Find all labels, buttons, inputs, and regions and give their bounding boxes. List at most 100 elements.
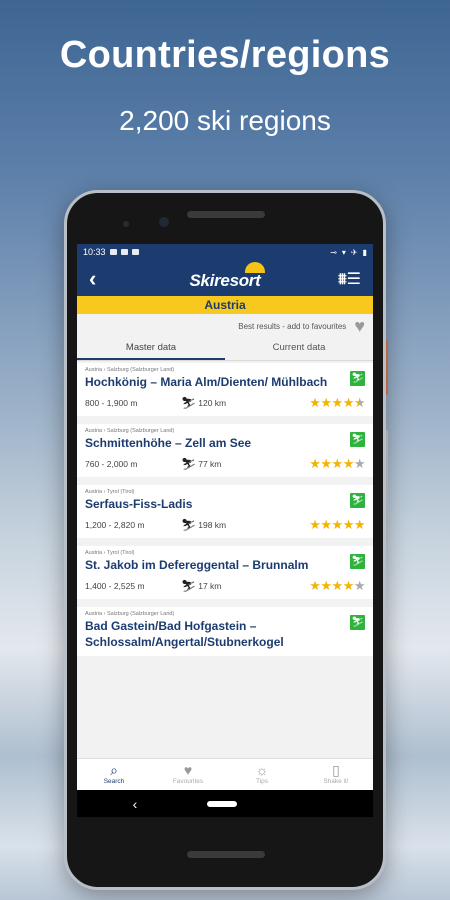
skier-badge-icon: ⛷ — [350, 615, 365, 630]
star-icon: ★ — [320, 456, 332, 471]
status-bar: 10:33 ⊸ ▾ ✈ ▮ — [77, 244, 373, 260]
skier-badge-icon: ⛷ — [350, 371, 365, 386]
resort-slope-length: 198 km — [198, 520, 227, 530]
resort-name[interactable]: Bad Gastein/Bad Hofgastein – Schlossalm/… — [85, 618, 335, 650]
skier-icon: ⛷ — [181, 518, 197, 532]
notification-icon — [109, 249, 117, 255]
star-icon: ★ — [342, 395, 355, 410]
star-icon: ★ — [342, 517, 355, 532]
rating-stars: ★★★★★ — [309, 456, 365, 472]
resort-slope-length: 120 km — [198, 398, 227, 408]
resort-location: Austria › Salzburg (Salzburger Land) — [85, 611, 175, 617]
star-icon: ★ — [353, 456, 366, 471]
resort-card[interactable]: Austria › Salzburg (Salzburger Land) Schm… — [77, 424, 373, 477]
nav-shake-it[interactable]: ▯ Shake it! — [299, 759, 373, 790]
star-icon: ★ — [331, 395, 344, 410]
notification-icon — [131, 249, 139, 255]
nav-search[interactable]: ⌕ Search — [77, 759, 151, 790]
logo-text: Skiresort — [189, 271, 261, 290]
airplane-icon: ✈ — [350, 247, 358, 257]
star-icon: ★ — [320, 395, 332, 410]
system-home-button[interactable] — [207, 800, 238, 807]
resort-card[interactable]: Austria › Tyrol (Tirol) St. Jakob im Defe… — [77, 546, 373, 599]
skier-icon: ⛷ — [181, 457, 197, 471]
resort-name[interactable]: Hochkönig – Maria Alm/Dienten/ Mühlbach — [85, 374, 335, 390]
resort-location: Austria › Salzburg (Salzburger Land) — [85, 367, 175, 373]
country-banner: Austria — [77, 296, 373, 314]
star-icon: ★ — [331, 578, 344, 593]
nav-label: Search — [103, 778, 125, 785]
favourites-hint: Best results - add to favourites — [238, 321, 347, 331]
star-icon: ★ — [309, 578, 321, 593]
promo-subheadline: 2,200 ski regions — [119, 105, 331, 136]
nav-tips[interactable]: ☼ Tips — [225, 759, 299, 790]
bottom-speaker — [187, 851, 265, 858]
tab-master-data[interactable]: Master data — [77, 338, 225, 360]
resort-card[interactable]: Austria › Salzburg (Salzburger Land) Hoch… — [77, 363, 373, 416]
resort-meta-row: 800 - 1,900 m ⛷ 120 km ★★★★★ — [85, 395, 366, 411]
star-icon: ★ — [309, 395, 321, 410]
promo-headline: Countries/regions — [59, 34, 391, 76]
star-icon: ★ — [309, 517, 321, 532]
app-screen: 10:33 ⊸ ▾ ✈ ▮ ‹ Skiresort ⩩☰ Austria Bes… — [77, 244, 373, 817]
skier-badge-icon: ⛷ — [350, 554, 365, 569]
sensor — [123, 221, 129, 227]
heart-icon: ♥ — [183, 762, 193, 778]
back-arrow-icon[interactable]: ‹ — [89, 266, 96, 292]
rating-stars: ★★★★★ — [309, 395, 365, 411]
resort-meta-row: 1,200 - 2,820 m ⛷ 198 km ★★★★★ — [85, 517, 366, 532]
system-back-icon[interactable]: ‹ — [133, 796, 138, 812]
skiresort-logo: Skiresort — [189, 262, 265, 291]
star-icon: ★ — [353, 517, 366, 532]
resort-name[interactable]: St. Jakob im Defereggental – Brunnalm — [85, 557, 335, 573]
resort-list: Austria › Salzburg (Salzburger Land) Hoch… — [77, 361, 373, 656]
star-icon: ★ — [309, 456, 321, 471]
wifi-icon: ▾ — [341, 247, 346, 257]
star-icon: ★ — [320, 578, 332, 593]
resort-location: Austria › Tyrol (Tirol) — [85, 550, 135, 556]
nav-label: Tips — [255, 778, 269, 785]
search-icon: ⌕ — [110, 762, 118, 778]
filter-list-icon[interactable]: ⩩☰ — [338, 269, 361, 289]
skier-badge-icon: ⛷ — [350, 493, 365, 508]
bottom-navigation: ⌕ Search ♥ Favourites ☼ Tips ▯ Shake it! — [77, 758, 373, 790]
app-bar: ‹ Skiresort ⩩☰ — [77, 260, 373, 296]
resort-location: Austria › Salzburg (Salzburger Land) — [85, 428, 175, 434]
resort-slope-length: 77 km — [198, 459, 222, 469]
tab-current-data[interactable]: Current data — [225, 338, 373, 360]
star-icon: ★ — [331, 517, 344, 532]
shake-phone-icon: ▯ — [332, 762, 340, 778]
nav-label: Shake it! — [323, 778, 349, 785]
nav-favourites[interactable]: ♥ Favourites — [151, 759, 225, 790]
front-camera — [159, 217, 169, 227]
tab-bar: Master data Current data — [77, 338, 373, 361]
star-icon: ★ — [342, 456, 355, 471]
skier-icon: ⛷ — [181, 396, 197, 410]
logo-sun-icon — [244, 262, 265, 273]
star-icon: ★ — [353, 395, 366, 410]
star-icon: ★ — [331, 456, 344, 471]
top-speaker — [187, 211, 265, 218]
skier-icon: ⛷ — [181, 579, 197, 593]
skier-badge-icon: ⛷ — [350, 432, 365, 447]
resort-altitude: 1,200 - 2,820 m — [85, 520, 145, 530]
battery-icon: ▮ — [362, 247, 367, 257]
resort-meta-row: 1,400 - 2,525 m ⛷ 17 km ★★★★★ — [85, 578, 366, 593]
star-icon: ★ — [320, 517, 332, 532]
heart-icon[interactable]: ♥ — [354, 317, 365, 335]
resort-meta-row: 760 - 2,000 m ⛷ 77 km ★★★★★ — [85, 456, 366, 472]
resort-altitude: 760 - 2,000 m — [85, 459, 138, 469]
resort-slope-length: 17 km — [198, 581, 222, 591]
star-icon: ★ — [342, 578, 355, 593]
resort-altitude: 800 - 1,900 m — [85, 398, 138, 408]
resort-name[interactable]: Serfaus-Fiss-Ladis — [85, 496, 335, 512]
resort-card[interactable]: Austria › Tyrol (Tirol) Serfaus-Fiss-Ladi… — [77, 485, 373, 538]
resort-card[interactable]: Austria › Salzburg (Salzburger Land) Bad … — [77, 607, 373, 656]
favourites-hint-row: Best results - add to favourites ♥ — [77, 314, 373, 338]
star-icon: ★ — [353, 578, 366, 593]
phone-frame: 10:33 ⊸ ▾ ✈ ▮ ‹ Skiresort ⩩☰ Austria Bes… — [64, 190, 386, 890]
key-icon: ⊸ — [330, 247, 337, 257]
resort-name[interactable]: Schmittenhöhe – Zell am See — [85, 435, 335, 451]
lightbulb-icon: ☼ — [255, 762, 269, 778]
nav-label: Favourites — [172, 778, 204, 785]
